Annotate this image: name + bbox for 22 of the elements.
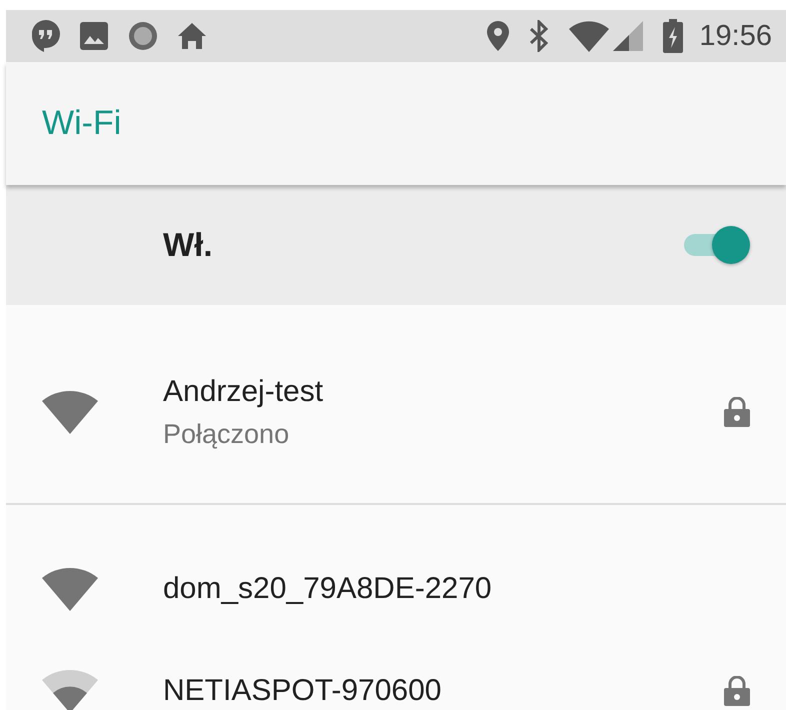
network-name: Andrzej-test [163, 374, 324, 408]
network-item[interactable]: NETIASPOT-970600 [6, 640, 786, 710]
chat-bubble-icon [32, 20, 60, 52]
network-name: dom_s20_79A8DE-2270 [163, 572, 493, 606]
bluetooth-icon [529, 20, 550, 52]
wifi-signal-icon [42, 669, 98, 710]
network-item[interactable]: dom_s20_79A8DE-2270 [6, 538, 786, 640]
battery-charging-icon [663, 19, 684, 53]
cell-signal-icon [613, 21, 644, 51]
wifi-icon [569, 20, 610, 52]
image-icon [80, 22, 108, 50]
wifi-signal-icon [42, 390, 98, 434]
connection-status: Połączono [163, 418, 290, 450]
screen-title: Wi-Fi [42, 104, 122, 143]
wifi-signal-icon [42, 567, 98, 611]
circle-icon [128, 21, 158, 51]
wifi-label: Wł. [163, 226, 214, 264]
network-name: NETIASPOT-970600 [163, 674, 442, 708]
clock-time: 19:56 [699, 20, 772, 52]
location-pin-icon [487, 21, 510, 51]
home-icon [178, 23, 206, 49]
network-item[interactable]: Andrzej-test Połączono [6, 305, 786, 505]
